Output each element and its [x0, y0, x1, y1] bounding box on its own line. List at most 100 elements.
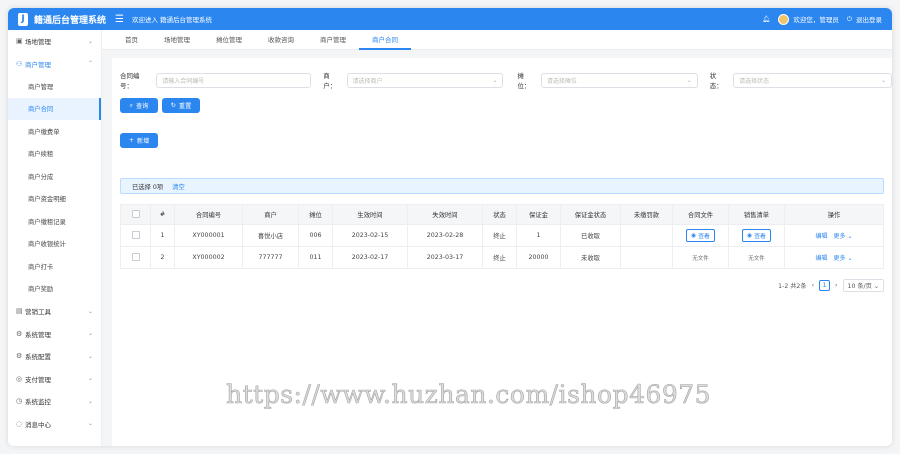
- row-checkbox[interactable]: [131, 230, 140, 239]
- tab-merchant[interactable]: 商户管理: [307, 30, 359, 50]
- cell-merchant: 777777: [242, 246, 299, 269]
- cell-deposit: 1: [516, 224, 561, 247]
- sidebar-item-merchant-funds[interactable]: 商户资金明细: [8, 188, 101, 211]
- tab-payment-inquiry[interactable]: 收款咨询: [255, 30, 307, 50]
- status-label: 状态：: [709, 72, 723, 90]
- prev-page-icon[interactable]: ‹: [812, 282, 814, 289]
- contract-code-label: 合同编号：: [120, 72, 140, 90]
- sidebar-group-label: 营销工具: [25, 308, 51, 317]
- sidebar-item-merchant-rent-record[interactable]: 商户缴租记录: [8, 210, 101, 233]
- sidebar-group-config[interactable]: ⚙ 系统配置 ⌄: [8, 345, 101, 368]
- chevron-down-icon: ⌄: [87, 397, 93, 405]
- tab-home[interactable]: 首页: [112, 30, 151, 50]
- sidebar-group-label: 场地管理: [25, 38, 51, 47]
- col-header: 失效时间: [407, 204, 483, 225]
- clear-selection-link[interactable]: 清空: [172, 182, 185, 191]
- chevron-down-icon: ⌄: [492, 76, 498, 84]
- col-header: 生效时间: [332, 204, 408, 225]
- sidebar-group-label: 商户管理: [25, 60, 51, 69]
- status-select[interactable]: 请选择状态 ⌄: [733, 72, 892, 88]
- row-checkbox[interactable]: [131, 252, 140, 261]
- no-file-text: 无文件: [692, 255, 709, 262]
- edit-link[interactable]: 编辑: [816, 233, 828, 240]
- no-file-text: 无文件: [748, 255, 765, 262]
- sidebar-item-merchant-bill[interactable]: 商户缴费单: [8, 120, 101, 143]
- status-placeholder: 请选择状态: [739, 77, 770, 85]
- col-header: 合同编号: [174, 204, 243, 225]
- col-header: 操作: [784, 204, 884, 225]
- add-label: 新增: [136, 138, 150, 145]
- top-bar: J 籍通后台管理系统 ☰ 欢迎进入 籍通后台管理系统 🔔︎ 欢迎您，管理员 ⏻ …: [8, 8, 892, 30]
- search-button[interactable]: ⌕ 查询: [120, 98, 158, 113]
- cell-deposit-status: 已收取: [560, 224, 621, 247]
- app-title: 籍通后台管理系统: [34, 15, 107, 26]
- cell-contract-code: XY000002: [174, 246, 243, 269]
- message-icon: ◌: [16, 419, 23, 428]
- table-header-row: # 合同编号 商户 摊位 生效时间 失效时间 状态 保证金 保证金状态 未缴罚款…: [120, 204, 884, 225]
- merchant-select[interactable]: 请选择商户 ⌄: [346, 72, 504, 88]
- tab-merchant-contract[interactable]: 商户合同: [359, 30, 411, 50]
- avatar: [778, 13, 790, 25]
- next-page-icon[interactable]: ›: [835, 282, 837, 289]
- sidebar-group-marketing[interactable]: ▤ 营销工具 ⌄: [8, 300, 101, 323]
- tab-booth[interactable]: 摊位管理: [203, 30, 255, 50]
- cell-actions: 编辑 更多 ⌄: [784, 224, 884, 247]
- logout-button[interactable]: ⏻ 退出登录: [846, 14, 882, 25]
- bell-icon[interactable]: 🔔︎: [762, 15, 770, 23]
- more-label: 更多: [833, 255, 846, 262]
- logout-icon: ⏻: [846, 14, 852, 23]
- row-select-cell[interactable]: [120, 246, 151, 269]
- chevron-up-icon: ⌃: [87, 60, 93, 68]
- user-menu[interactable]: 欢迎您，管理员: [778, 13, 839, 25]
- view-sales-list-button[interactable]: ◉ 查看: [742, 229, 771, 242]
- cell-unpaid-fine: [620, 246, 673, 269]
- chevron-down-icon: ⌄: [880, 76, 886, 84]
- sidebar-group-system[interactable]: ⚙ 系统管理 ⌄: [8, 323, 101, 346]
- chevron-down-icon: ⌄: [847, 255, 853, 262]
- sidebar-group-merchant[interactable]: ⚇ 商户管理 ⌃: [8, 53, 101, 76]
- settings-icon: ⚙: [16, 329, 23, 338]
- sidebar-item-merchant-reward[interactable]: 商户奖励: [8, 278, 101, 301]
- col-header: 状态: [482, 204, 517, 225]
- sidebar-group-message[interactable]: ◌ 消息中心 ⌄: [8, 413, 101, 436]
- sidebar-item-merchant-share[interactable]: 商户分成: [8, 165, 101, 188]
- page-size-select[interactable]: 10 条/页 ⌄: [842, 279, 884, 292]
- booth-select[interactable]: 请选择摊位 ⌄: [540, 72, 698, 88]
- edit-link[interactable]: 编辑: [816, 255, 828, 262]
- add-button[interactable]: + 新增: [120, 133, 158, 148]
- select-all-checkbox[interactable]: [131, 209, 140, 218]
- sidebar-item-merchant-cash-stats[interactable]: 商户收银统计: [8, 233, 101, 256]
- sidebar-group-label: 系统监控: [25, 398, 51, 407]
- tab-venue[interactable]: 场地管理: [151, 30, 203, 50]
- chevron-down-icon: ⌄: [87, 375, 93, 383]
- sidebar-group-label: 消息中心: [25, 420, 51, 429]
- more-link[interactable]: 更多 ⌄: [834, 255, 853, 262]
- sidebar-group-payment[interactable]: ◎ 支付管理 ⌄: [8, 368, 101, 391]
- sidebar-group-monitor[interactable]: ◷ 系统监控 ⌄: [8, 390, 101, 413]
- col-header: 商户: [242, 204, 299, 225]
- cell-unpaid-fine: [620, 224, 673, 247]
- contract-code-input[interactable]: 请输入合同编号: [156, 72, 312, 88]
- select-all-cell[interactable]: [120, 204, 151, 225]
- cell-status: 终止: [482, 224, 517, 247]
- view-contract-button[interactable]: ◉ 查看: [686, 229, 715, 242]
- row-select-cell[interactable]: [120, 224, 151, 247]
- sidebar-group-venue[interactable]: ▣ 场地管理 ⌄: [8, 30, 101, 53]
- search-label: 查询: [136, 103, 149, 110]
- cell-index: 2: [150, 246, 175, 269]
- selection-count: 已选择 0项: [132, 183, 164, 191]
- sidebar-group-label: 支付管理: [25, 375, 51, 384]
- app-logo: J: [18, 12, 28, 26]
- reset-button[interactable]: ↻ 重置: [162, 98, 200, 113]
- sidebar-item-merchant-checkin[interactable]: 商户打卡: [8, 255, 101, 278]
- page-button-current[interactable]: 1: [819, 280, 831, 291]
- sidebar-item-merchant-renew[interactable]: 商户续租: [8, 143, 101, 166]
- col-header: #: [150, 204, 175, 225]
- sidebar-item-merchant-manage[interactable]: 商户管理: [8, 75, 101, 98]
- sidebar-item-merchant-contract[interactable]: 商户合同: [8, 97, 101, 120]
- more-link[interactable]: 更多 ⌄: [834, 233, 853, 240]
- chevron-down-icon: ⌄: [87, 330, 93, 338]
- cell-actions: 编辑 更多 ⌄: [784, 246, 884, 269]
- menu-toggle-icon[interactable]: ☰: [115, 14, 124, 25]
- config-icon: ⚙: [16, 352, 23, 361]
